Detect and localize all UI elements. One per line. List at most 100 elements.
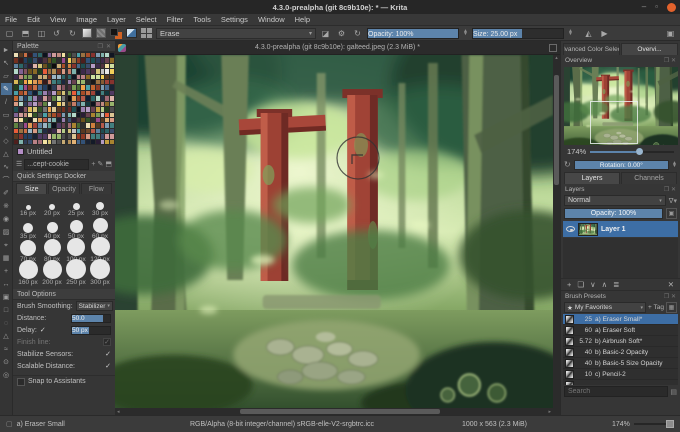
- palette-swatch[interactable]: [42, 117, 47, 123]
- palette-swatch[interactable]: [47, 101, 52, 107]
- brush-preset-row[interactable]: 40 b) Basic-5 Size Opacity: [563, 358, 678, 369]
- palette-swatch[interactable]: [105, 63, 110, 69]
- document-tab-title[interactable]: 4.3.0-prealpha (git 8c9b10e): galteed.jp…: [126, 44, 549, 51]
- palette-swatch[interactable]: [52, 85, 57, 90]
- palette-swatch[interactable]: [90, 69, 95, 74]
- palette-swatch[interactable]: [47, 53, 52, 58]
- palette-swatch[interactable]: [57, 123, 62, 128]
- brush-size-option[interactable]: 30 px: [88, 196, 112, 218]
- toolbar-overflow-icon[interactable]: ▣: [665, 29, 676, 38]
- float-subwindow-icon[interactable]: [549, 43, 557, 52]
- palette-swatch[interactable]: [18, 117, 23, 123]
- palette-swatch[interactable]: [71, 117, 76, 123]
- colorspace-label[interactable]: RGB/Alpha (8-bit integer/channel) sRGB-e…: [190, 421, 374, 428]
- palette-swatch[interactable]: [100, 53, 105, 58]
- layer-properties-button[interactable]: ≣: [613, 280, 619, 289]
- brush-size-option[interactable]: 35 px: [16, 219, 40, 241]
- palette-swatch[interactable]: [86, 128, 90, 134]
- palette-swatch[interactable]: [23, 134, 28, 139]
- palette-swatch[interactable]: [28, 101, 33, 107]
- palette-swatch[interactable]: [14, 80, 18, 85]
- tool-ellipse[interactable]: ○: [1, 122, 12, 134]
- palette-swatch[interactable]: [33, 139, 38, 144]
- palette-name-combo[interactable]: ...cept-cookie: [24, 158, 90, 170]
- brush-smoothing-combo[interactable]: Stabilizer ▾: [75, 301, 113, 311]
- palette-swatch[interactable]: [38, 96, 42, 101]
- brush-size-option[interactable]: 16 px: [16, 196, 40, 218]
- palette-swatch[interactable]: [76, 101, 81, 107]
- palette-swatch[interactable]: [14, 128, 18, 134]
- palette-swatch[interactable]: [57, 53, 62, 58]
- palette-swatch[interactable]: [95, 117, 100, 123]
- palette-swatch[interactable]: [105, 112, 110, 117]
- add-layer-button[interactable]: +: [567, 280, 571, 289]
- brush-preset-row[interactable]: 25 a) Eraser Small*: [563, 314, 678, 325]
- palette-swatch[interactable]: [95, 74, 100, 80]
- palette-swatch[interactable]: [110, 58, 114, 63]
- palette-swatch[interactable]: [100, 96, 105, 101]
- palette-swatch[interactable]: [14, 74, 18, 80]
- palette-swatch[interactable]: [38, 63, 42, 69]
- menu-item-layer[interactable]: Layer: [107, 15, 126, 24]
- palette-swatch[interactable]: [110, 80, 114, 85]
- palette-swatch[interactable]: [110, 128, 114, 134]
- palette-swatch[interactable]: [42, 139, 47, 144]
- palette-swatch[interactable]: [95, 90, 100, 96]
- palette-swatch[interactable]: [28, 69, 33, 74]
- palette-swatch[interactable]: [33, 63, 38, 69]
- palette-swatch[interactable]: [23, 139, 28, 144]
- menu-item-window[interactable]: Window: [258, 15, 285, 24]
- palette-folder-icon[interactable]: ⬒: [105, 160, 112, 168]
- palette-swatch[interactable]: [42, 128, 47, 134]
- scalable-distance-check-icon[interactable]: ✓: [105, 362, 111, 370]
- palette-swatch[interactable]: [52, 69, 57, 74]
- palette-swatch[interactable]: [95, 53, 100, 58]
- overview-zoom-slider[interactable]: [590, 147, 674, 155]
- palette-swatch[interactable]: [105, 134, 110, 139]
- palette-swatch[interactable]: [95, 63, 100, 69]
- palette-swatch[interactable]: [76, 90, 81, 96]
- palette-swatch[interactable]: [71, 63, 76, 69]
- palette-swatch[interactable]: [38, 53, 42, 58]
- palette-swatch[interactable]: [90, 139, 95, 144]
- palette-swatch[interactable]: [90, 85, 95, 90]
- palette-swatch[interactable]: [18, 128, 23, 134]
- palette-swatch[interactable]: [105, 123, 110, 128]
- palette-swatch[interactable]: [47, 58, 52, 63]
- scroll-up-icon[interactable]: ▴: [555, 55, 558, 61]
- palette-swatch[interactable]: [90, 107, 95, 112]
- palette-swatch[interactable]: [105, 117, 110, 123]
- tool-multibrush[interactable]: ※: [1, 200, 12, 212]
- reload-preset-icon[interactable]: ↻: [352, 29, 363, 38]
- palette-swatch[interactable]: [47, 128, 52, 134]
- palette-swatch[interactable]: [28, 117, 33, 123]
- palette-swatch[interactable]: [57, 134, 62, 139]
- tool-bezier-curve[interactable]: ∿: [1, 161, 12, 173]
- palette-swatch[interactable]: [47, 85, 52, 90]
- tool-rect-select[interactable]: □: [1, 304, 12, 316]
- palette-swatch[interactable]: [81, 117, 86, 123]
- palette-swatch[interactable]: [90, 101, 95, 107]
- palette-swatch[interactable]: [42, 85, 47, 90]
- palette-swatch[interactable]: [18, 134, 23, 139]
- brush-size-option[interactable]: 20 px: [40, 196, 64, 218]
- palette-swatch[interactable]: [105, 69, 110, 74]
- palette-swatch[interactable]: [81, 134, 86, 139]
- palette-swatch[interactable]: [95, 107, 100, 112]
- tool-fill[interactable]: ◉: [1, 213, 12, 225]
- horizontal-scroll-thumb[interactable]: [239, 409, 440, 414]
- palette-swatch[interactable]: [57, 74, 62, 80]
- preset-options-icon[interactable]: ⚙: [336, 29, 347, 38]
- palette-swatch[interactable]: [18, 112, 23, 117]
- palette-swatch[interactable]: [71, 123, 76, 128]
- palette-swatch[interactable]: [42, 80, 47, 85]
- palette-swatch[interactable]: [71, 85, 76, 90]
- palette-swatch[interactable]: [52, 80, 57, 85]
- palette-swatch[interactable]: [52, 134, 57, 139]
- move-layer-up-button[interactable]: ∧: [602, 280, 608, 289]
- palette-swatch[interactable]: [110, 69, 114, 74]
- palette-swatch[interactable]: [95, 96, 100, 101]
- palette-swatch[interactable]: [42, 53, 47, 58]
- palette-swatch[interactable]: [28, 80, 33, 85]
- palette-swatch[interactable]: [110, 139, 114, 144]
